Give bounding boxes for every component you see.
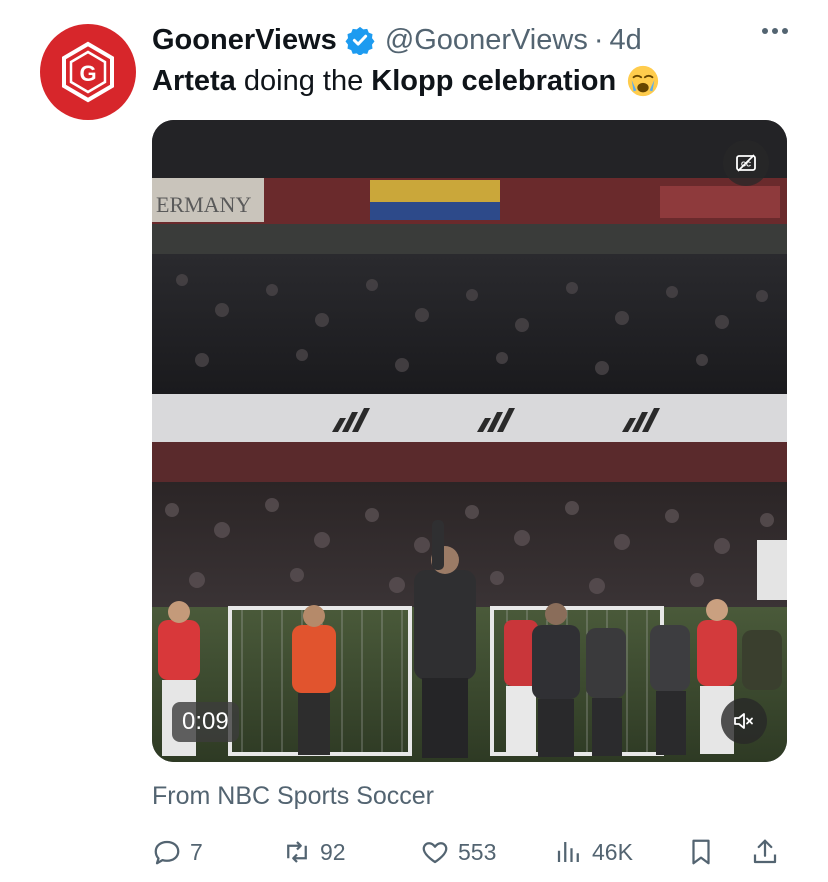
video-frame: ERMANY bbox=[152, 120, 787, 762]
media-source[interactable]: From NBC Sports Soccer bbox=[152, 782, 434, 811]
tweet-text: Arteta doing the Klopp celebration bbox=[152, 62, 660, 100]
separator-dot: · bbox=[593, 23, 604, 56]
tweet-text-plain: doing the bbox=[235, 65, 372, 97]
reply-count: 7 bbox=[190, 838, 203, 865]
captions-off-icon: CC bbox=[736, 154, 756, 172]
share-button[interactable] bbox=[750, 832, 780, 872]
action-bar: 7 92 553 46K bbox=[152, 832, 788, 872]
loudly-crying-face-icon bbox=[628, 65, 659, 97]
timestamp[interactable]: 4d bbox=[609, 24, 641, 57]
reply-button[interactable]: 7 bbox=[152, 832, 203, 872]
avatar[interactable]: G bbox=[40, 24, 136, 120]
retweet-icon bbox=[287, 841, 307, 863]
display-name[interactable]: GoonerViews bbox=[152, 24, 337, 57]
video-player[interactable]: ERMANY CC 0:09 bbox=[152, 120, 787, 762]
retweet-button[interactable]: 92 bbox=[282, 832, 346, 872]
more-options-icon[interactable] bbox=[762, 28, 788, 34]
verified-badge-icon bbox=[345, 26, 375, 55]
heart-icon bbox=[422, 842, 448, 864]
handle[interactable]: @GoonerViews bbox=[385, 24, 588, 57]
like-button[interactable]: 553 bbox=[420, 832, 496, 872]
views-chart-icon bbox=[557, 842, 579, 862]
bookmark-icon bbox=[692, 839, 710, 865]
video-duration: 0:09 bbox=[172, 702, 239, 742]
like-count: 553 bbox=[458, 838, 497, 865]
captions-button[interactable]: CC bbox=[723, 140, 769, 186]
views-count: 46K bbox=[592, 838, 633, 865]
svg-text:G: G bbox=[79, 61, 96, 86]
tweet-header: GoonerViews @GoonerViews · 4d bbox=[152, 20, 788, 60]
tweet-text-bold-1: Arteta bbox=[152, 65, 236, 97]
mute-button[interactable] bbox=[721, 698, 767, 744]
banner-text: ERMANY bbox=[156, 192, 251, 217]
retweet-count: 92 bbox=[320, 838, 346, 865]
reply-icon bbox=[154, 840, 180, 865]
views-button[interactable]: 46K bbox=[554, 832, 633, 872]
gooner-views-logo-icon: G bbox=[62, 41, 114, 103]
speaker-muted-icon bbox=[734, 713, 753, 729]
share-icon bbox=[753, 839, 777, 864]
tweet-text-bold-2: Klopp celebration bbox=[371, 65, 617, 97]
bookmark-button[interactable] bbox=[686, 832, 716, 872]
